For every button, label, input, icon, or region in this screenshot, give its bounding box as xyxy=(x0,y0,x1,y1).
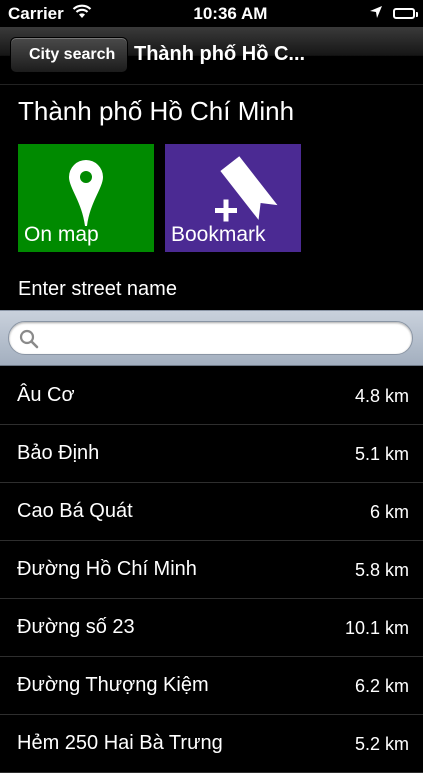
street-name: Đường Hồ Chí Minh xyxy=(17,558,197,580)
bookmark-label: Bookmark xyxy=(171,223,266,246)
list-item[interactable]: Cao Bá Quát 6 km xyxy=(0,483,423,541)
list-item[interactable]: Bảo Định 5.1 km xyxy=(0,425,423,483)
street-distance: 6 km xyxy=(369,502,409,522)
street-distance: 10.1 km xyxy=(344,618,409,638)
street-distance: 5.2 km xyxy=(354,734,409,754)
map-pin-icon xyxy=(69,160,103,226)
list-item[interactable]: Đường Thượng Kiệm 6.2 km xyxy=(0,657,423,715)
street-name: Đường Thượng Kiệm xyxy=(17,674,209,696)
nav-title: Thành phố Hồ C... xyxy=(134,43,306,65)
status-bar: Carrier 10:36 AM xyxy=(0,0,423,27)
street-label: Enter street name xyxy=(18,278,177,300)
search-field[interactable] xyxy=(8,321,413,355)
city-title: Thành phố Hồ Chí Minh xyxy=(18,96,295,126)
street-name: Âu Cơ xyxy=(17,384,75,406)
wifi-icon xyxy=(72,4,92,24)
navigation-bar: City search Thành phố Hồ C... xyxy=(0,27,423,85)
add-bookmark-icon xyxy=(215,156,278,222)
battery-icon xyxy=(393,8,418,19)
street-name: Bảo Định xyxy=(17,442,100,464)
street-list: Âu Cơ 4.8 km Bảo Định 5.1 km Cao Bá Quát… xyxy=(0,367,423,773)
location-arrow-icon xyxy=(369,4,383,24)
street-distance: 5.1 km xyxy=(354,444,409,464)
list-item[interactable]: Âu Cơ 4.8 km xyxy=(0,367,423,425)
on-map-label: On map xyxy=(24,223,99,246)
status-time: 10:36 AM xyxy=(193,3,268,23)
carrier-label: Carrier xyxy=(8,3,64,23)
street-distance: 5.8 km xyxy=(354,560,409,580)
list-item[interactable]: Đường số 23 10.1 km xyxy=(0,599,423,657)
back-button-label: City search xyxy=(29,46,116,63)
street-distance: 6.2 km xyxy=(354,676,409,696)
on-map-tile[interactable]: On map xyxy=(18,144,154,252)
back-button[interactable]: City search xyxy=(10,37,129,73)
street-distance: 4.8 km xyxy=(354,386,409,406)
list-item[interactable]: Hẻm 250 Hai Bà Trưng 5.2 km xyxy=(0,715,423,773)
street-name: Hẻm 250 Hai Bà Trưng xyxy=(17,732,223,754)
street-search-input[interactable] xyxy=(43,325,407,353)
search-bar xyxy=(0,310,423,366)
street-name: Cao Bá Quát xyxy=(17,500,133,522)
bookmark-tile[interactable]: Bookmark xyxy=(165,144,301,252)
list-item[interactable]: Đường Hồ Chí Minh 5.8 km xyxy=(0,541,423,599)
street-name: Đường số 23 xyxy=(17,616,135,638)
search-icon xyxy=(19,329,39,354)
